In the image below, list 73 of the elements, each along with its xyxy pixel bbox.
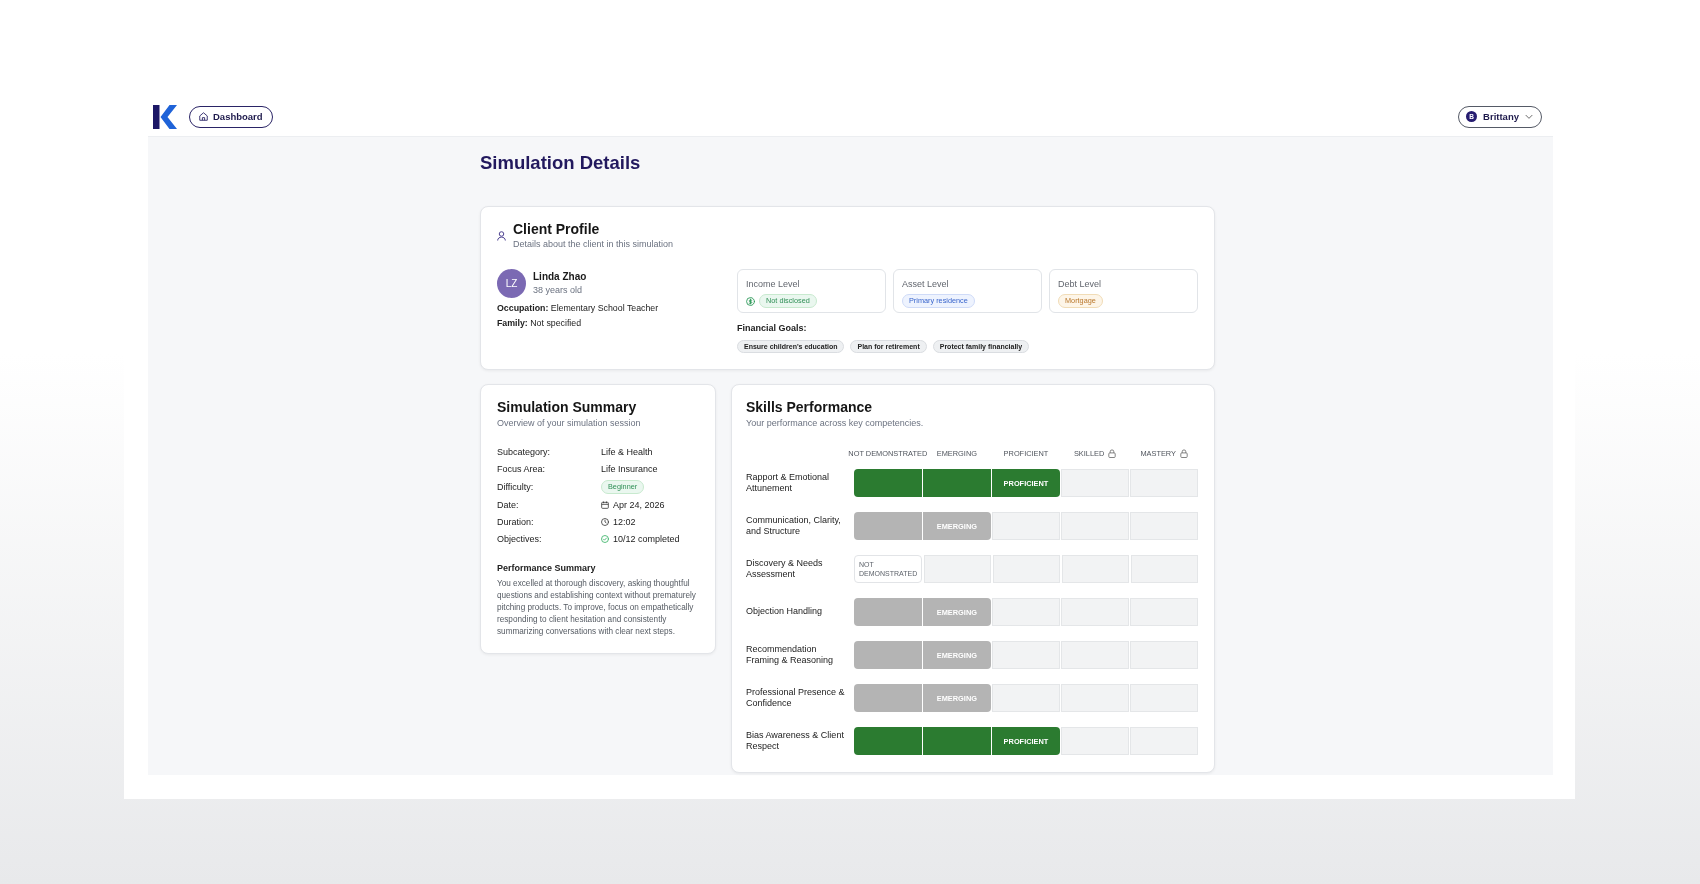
- rating-segment: [854, 469, 922, 497]
- rating-segment: [923, 469, 991, 497]
- chevron-down-icon: [1525, 112, 1533, 121]
- rating-segment: [1061, 469, 1129, 497]
- calendar-icon: [601, 500, 609, 509]
- rating-segment: [854, 727, 922, 755]
- check-circle-icon: [601, 534, 609, 543]
- skill-name: Rapport & Emotional Attunement: [746, 471, 831, 495]
- dollar-circle-icon: [746, 296, 755, 306]
- rating-segment: [1061, 598, 1129, 626]
- skill-name: Bias Awareness & Client Respect: [746, 729, 845, 753]
- rating-segment: [923, 727, 991, 755]
- rating-segment: [1130, 555, 1198, 583]
- card-title: Client Profile: [513, 220, 600, 238]
- rating-segment: [1061, 641, 1129, 669]
- rating-segment: [1130, 598, 1198, 626]
- detail-value: Life & Health: [601, 445, 653, 458]
- card-title: Simulation Summary: [497, 398, 637, 416]
- rating-segment: [992, 684, 1060, 712]
- rating-segment: [992, 598, 1060, 626]
- rating-segment: [1061, 512, 1129, 540]
- rating-segment: [1061, 727, 1129, 755]
- detail-label: Difficulty:: [497, 480, 534, 493]
- goals-label: Financial Goals:: [737, 322, 807, 335]
- card-title: Skills Performance: [746, 398, 873, 416]
- skill-name: Recommendation Framing & Reasoning: [746, 643, 835, 667]
- rating-segment: [992, 555, 1061, 583]
- skill-name: Objection Handling: [746, 606, 824, 618]
- detail-value: 10/12 completed: [613, 532, 680, 545]
- client-avatar: LZ: [497, 269, 526, 298]
- detail-label: Focus Area:: [497, 462, 546, 475]
- card-subtitle: Your performance across key competencies.: [746, 417, 924, 430]
- rating-segment: [1061, 684, 1129, 712]
- clock-icon: [601, 517, 609, 526]
- detail-label: Subcategory:: [497, 445, 551, 458]
- client-name: Linda Zhao: [533, 270, 587, 284]
- detail-label: Objectives:: [497, 532, 542, 545]
- dashboard-button[interactable]: Dashboard: [189, 105, 273, 128]
- rating-segment: [854, 598, 922, 626]
- skill-name: Discovery & Needs Assessment: [746, 557, 824, 581]
- detail-value: 12:02: [613, 515, 636, 528]
- client-fact: Family: Not specified: [497, 317, 582, 330]
- client-fact: Occupation: Elementary School Teacher: [497, 302, 659, 315]
- rating-segment: [854, 641, 922, 669]
- page-title: Simulation Details: [480, 151, 642, 175]
- logo-icon: [153, 104, 177, 129]
- detail-value: Life Insurance: [601, 462, 658, 475]
- level-label: Income Level: [746, 278, 800, 291]
- detail-label: Date:: [497, 498, 519, 511]
- rating-segment: [854, 684, 922, 712]
- rating-segment: [1130, 512, 1198, 540]
- client-age: 38 years old: [533, 284, 584, 297]
- rating-segment: [923, 555, 992, 583]
- level-label: Asset Level: [902, 278, 949, 291]
- detail-value: Apr 24, 2026: [613, 498, 665, 511]
- performance-summary-text: You excelled at thorough discovery, asking thoughtful questions and establishing context without prematurely pitching products. To improve, focus on empathetically responding to client hesitation and consistently summarizing conversations with clear next steps.: [497, 578, 697, 638]
- rating-segment: [992, 641, 1060, 669]
- rating-segment: [992, 512, 1060, 540]
- rating-segment: [1061, 555, 1130, 583]
- rating-segment: [1130, 641, 1198, 669]
- performance-summary-heading: Performance Summary: [497, 562, 596, 575]
- detail-label: Duration:: [497, 515, 534, 528]
- person-icon: [497, 230, 506, 241]
- rating-segment: [854, 512, 922, 540]
- rating-segment: [1130, 469, 1198, 497]
- rating-segment: [1130, 684, 1198, 712]
- level-label: Debt Level: [1058, 278, 1102, 291]
- skill-name: Professional Presence & Confidence: [746, 686, 846, 710]
- skill-name: Communication, Clarity, and Structure: [746, 514, 842, 538]
- card-subtitle: Details about the client in this simulation: [513, 238, 674, 251]
- rating-segment: [1130, 727, 1198, 755]
- home-icon: [199, 112, 208, 121]
- card-subtitle: Overview of your simulation session: [497, 417, 641, 430]
